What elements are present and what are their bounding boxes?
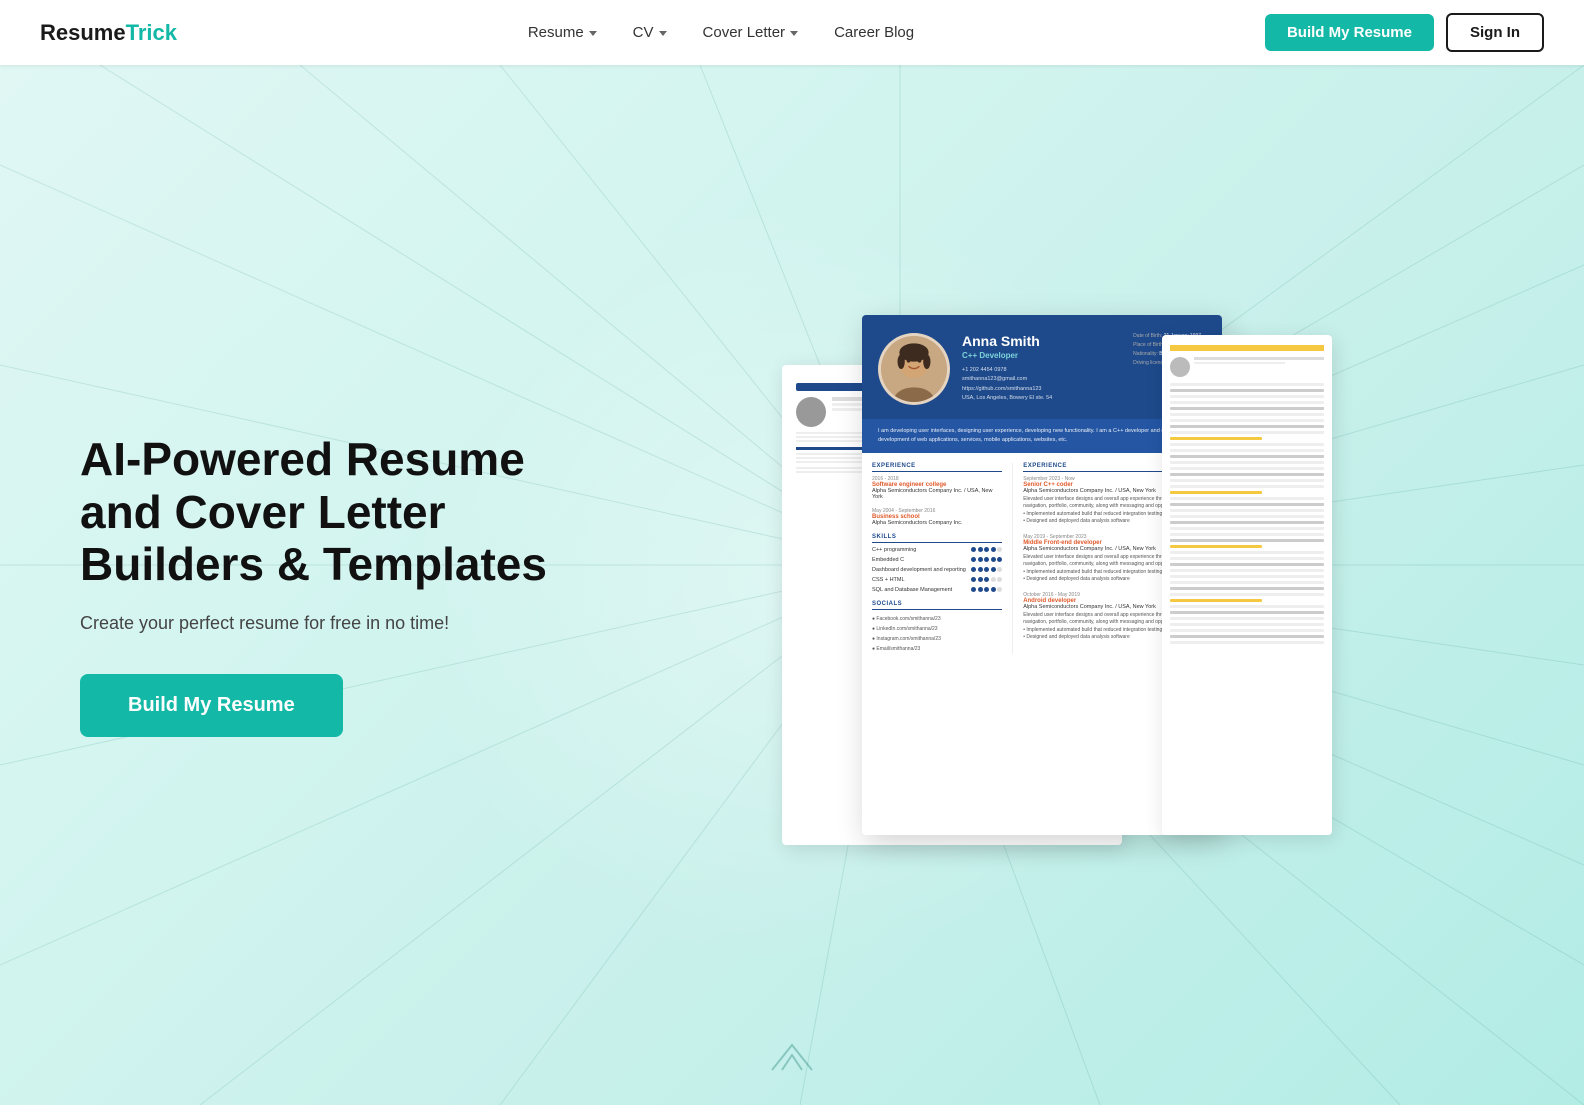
skill-dot	[997, 557, 1002, 562]
skill-dot	[991, 547, 996, 552]
resume-skills-heading: Skills	[872, 534, 1002, 543]
resume-person-name: Anna Smith	[962, 333, 1121, 349]
nav-item-cv[interactable]: CV	[633, 24, 667, 41]
resume-avatar	[878, 333, 950, 405]
resume-edu-item-2: May 2004 - September 2016 Business schoo…	[872, 508, 1002, 526]
resume-socials-heading: Socials	[872, 601, 1002, 610]
hero-right-preview: Anna Smith C++ Developer +1 202 4454 097…	[600, 305, 1504, 865]
skill-dot	[984, 557, 989, 562]
logo-text-resume: Resume	[40, 20, 126, 46]
skill-dot	[971, 567, 976, 572]
nav-item-cover-letter[interactable]: Cover Letter	[703, 24, 799, 41]
resume-name-block: Anna Smith C++ Developer +1 202 4454 097…	[962, 333, 1121, 403]
skill-name: CSS + HTML	[872, 577, 905, 583]
nav-menu: Resume CV Cover Letter Career Blog	[528, 24, 914, 41]
hero-left-content: AI-Powered Resume and Cover Letter Build…	[80, 433, 560, 738]
logo[interactable]: ResumeTrick	[40, 20, 177, 46]
yellow-accent-bar	[1170, 345, 1324, 351]
skill-dot	[997, 547, 1002, 552]
skill-dots	[971, 577, 1002, 582]
skill-name: Dashboard development and reporting	[872, 567, 966, 573]
hero-section: AI-Powered Resume and Cover Letter Build…	[0, 65, 1584, 1105]
right-card-content	[1170, 383, 1324, 644]
hero-heading: AI-Powered Resume and Cover Letter Build…	[80, 433, 560, 592]
chevron-down-icon	[659, 31, 667, 36]
nav-item-career-blog[interactable]: Career Blog	[834, 24, 914, 41]
skill-dots	[971, 547, 1002, 552]
resume-skills-list: C++ programming Embedded C Dashboard devel…	[872, 547, 1002, 593]
resume-skill-row: CSS + HTML	[872, 577, 1002, 583]
skill-dot	[984, 577, 989, 582]
skill-dot	[991, 577, 996, 582]
resume-left-col: Experience 2016 - 2018 Software engineer…	[862, 463, 1013, 654]
chevron-down-icon	[589, 31, 597, 36]
skill-dot	[997, 567, 1002, 572]
skill-dot	[984, 567, 989, 572]
skill-dot	[971, 557, 976, 562]
nav-build-button[interactable]: Build My Resume	[1265, 14, 1434, 51]
navbar-actions: Build My Resume Sign In	[1265, 13, 1544, 52]
skill-dot	[978, 587, 983, 592]
skill-dots	[971, 567, 1002, 572]
skill-dot	[984, 587, 989, 592]
resume-preview-stack: Anna Smith C++ Developer +1 202 4454 097…	[812, 305, 1292, 865]
logo-text-trick: Trick	[126, 20, 177, 46]
skill-dot	[997, 577, 1002, 582]
skill-dot	[971, 587, 976, 592]
resume-contact-info: +1 202 4454 0978 smithanna123@gmail.com …	[962, 366, 1121, 403]
skill-dot	[978, 567, 983, 572]
resume-skill-row: Dashboard development and reporting	[872, 567, 1002, 573]
skill-dot	[991, 557, 996, 562]
hero-cta-button[interactable]: Build My Resume	[80, 674, 343, 737]
resume-education-heading: Experience	[872, 463, 1002, 472]
nav-signin-button[interactable]: Sign In	[1446, 13, 1544, 52]
resume-person-title: C++ Developer	[962, 351, 1121, 360]
skill-name: C++ programming	[872, 547, 916, 553]
skill-dot	[984, 547, 989, 552]
skill-dot	[978, 577, 983, 582]
nav-item-resume[interactable]: Resume	[528, 24, 597, 41]
skill-dots	[971, 587, 1002, 592]
skill-dot	[978, 547, 983, 552]
resume-skill-row: SQL and Database Management	[872, 587, 1002, 593]
skill-dot	[991, 587, 996, 592]
skill-dot	[997, 587, 1002, 592]
hero-bottom-decoration	[762, 1040, 822, 1085]
skill-dot	[971, 577, 976, 582]
resume-skill-row: C++ programming	[872, 547, 1002, 553]
resume-right-accent-card	[1162, 335, 1332, 835]
resume-skill-row: Embedded C	[872, 557, 1002, 563]
skill-name: SQL and Database Management	[872, 587, 952, 593]
skill-dot	[991, 567, 996, 572]
chevron-down-icon	[790, 31, 798, 36]
skill-dot	[971, 547, 976, 552]
hero-subheading: Create your perfect resume for free in n…	[80, 613, 560, 634]
skill-name: Embedded C	[872, 557, 904, 563]
skill-dot	[978, 557, 983, 562]
skill-dots	[971, 557, 1002, 562]
navbar: ResumeTrick Resume CV Cover Letter Caree…	[0, 0, 1584, 65]
resume-socials: ● Facebook.com/smithanna/23 ● LinkedIn.c…	[872, 614, 1002, 654]
resume-edu-item-1: 2016 - 2018 Software engineer college Al…	[872, 476, 1002, 500]
